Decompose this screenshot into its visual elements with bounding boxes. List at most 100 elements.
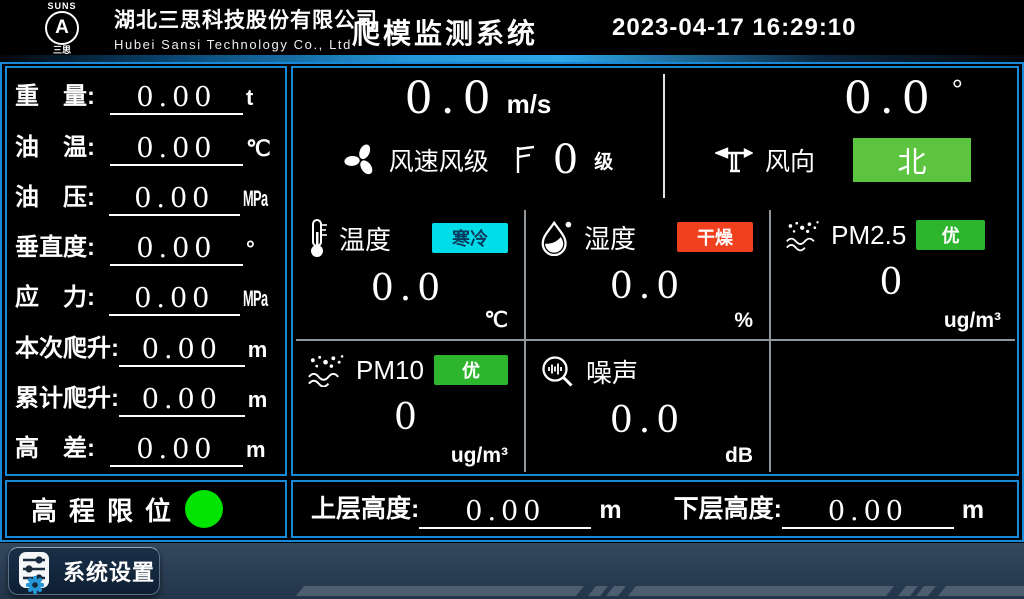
metric-value: 0.00 bbox=[110, 435, 243, 467]
header: SUNS A 三思 湖北三思科技股份有限公司 Hubei Sansi Techn… bbox=[0, 0, 1024, 55]
sensor-unit: ug/m³ bbox=[451, 444, 508, 468]
wind-speed-value-row: 0.0 m/s bbox=[293, 74, 663, 134]
metric-row-verticality: 垂直度: 0.00 ° bbox=[13, 221, 279, 271]
pm10-cell: PM10 优 0 ug/m³ bbox=[293, 341, 524, 474]
settings-button-label: 系统设置 bbox=[63, 555, 155, 587]
upper-height-unit: m bbox=[599, 496, 621, 525]
upper-height-value: 0.00 bbox=[419, 497, 591, 529]
sensor-value: 0 bbox=[293, 397, 524, 438]
pm10-status-badge: 优 bbox=[434, 355, 508, 385]
gear-icon bbox=[25, 575, 45, 595]
logo-suns-text: SUNS bbox=[26, 1, 98, 11]
metric-unit: m bbox=[246, 437, 277, 463]
metric-unit: ° bbox=[246, 236, 277, 262]
system-settings-button[interactable]: 系统设置 bbox=[8, 547, 160, 595]
metric-value: 0.00 bbox=[110, 83, 243, 115]
temperature-cell: 温度 寒冷 0.0 ℃ bbox=[293, 206, 524, 339]
metric-row-stress: 应 力: 0.00 MPa bbox=[13, 271, 279, 321]
humidity-cell: 湿度 干燥 0.0 % bbox=[526, 206, 769, 339]
sensor-name: 温度 bbox=[339, 220, 391, 257]
wind-speed-cell: 0.0 m/s 风速风级 0 级 bbox=[293, 68, 663, 204]
noise-cell: 噪声 0.0 dB bbox=[526, 341, 769, 474]
elevation-limit-status-light bbox=[185, 490, 223, 528]
logo-letter: A bbox=[55, 17, 69, 39]
metric-row-current-climb: 本次爬升: 0.00 m bbox=[13, 321, 279, 371]
metric-label: 油 压: bbox=[15, 177, 109, 212]
metric-label: 高 差: bbox=[15, 428, 110, 463]
metric-unit: m bbox=[248, 387, 277, 413]
metrics-panel: 重 量: 0.00 t 油 温: 0.00 ℃ 油 压: 0.00 MPa 垂直… bbox=[5, 66, 287, 476]
sensor-value: 0.0 bbox=[526, 400, 769, 441]
metric-label: 累计爬升: bbox=[15, 378, 119, 413]
metric-row-height-diff: 高 差: 0.00 m bbox=[13, 422, 279, 472]
wind-speed-label: 风速风级 bbox=[389, 142, 489, 178]
metric-value: 0.00 bbox=[119, 385, 245, 417]
sensor-name: 湿度 bbox=[584, 219, 636, 256]
wind-level-unit: 级 bbox=[594, 147, 613, 174]
header-accent-bar bbox=[0, 55, 1024, 62]
elevation-limit-label: 高程限位 bbox=[31, 491, 183, 528]
temperature-status-badge: 寒冷 bbox=[432, 223, 508, 253]
settings-sliders-icon bbox=[19, 552, 51, 590]
metric-value: 0.00 bbox=[110, 234, 243, 266]
wind-direction-label: 风向 bbox=[765, 142, 815, 178]
sensor-unit: % bbox=[734, 309, 753, 333]
datetime-display: 2023-04-17 16:29:10 bbox=[612, 14, 857, 42]
wind-level-flag-icon bbox=[515, 145, 537, 175]
compass-direction-button[interactable]: 北 bbox=[853, 138, 971, 182]
wind-speed-value: 0.0 bbox=[405, 73, 499, 124]
metric-row-oil-temp: 油 温: 0.00 ℃ bbox=[13, 120, 279, 170]
metric-value: 0.00 bbox=[109, 184, 240, 216]
metric-row-weight: 重 量: 0.00 t bbox=[13, 70, 279, 120]
company-name-en: Hubei Sansi Technology Co., Ltd bbox=[114, 37, 378, 52]
pm25-status-badge: 优 bbox=[916, 220, 985, 250]
sensor-unit: ug/m³ bbox=[944, 309, 1001, 333]
metric-unit: MPa bbox=[243, 286, 263, 312]
company-name-block: 湖北三思科技股份有限公司 Hubei Sansi Technology Co.,… bbox=[114, 4, 378, 52]
metric-row-total-climb: 累计爬升: 0.00 m bbox=[13, 372, 279, 422]
lower-height-group: 下层高度: 0.00 m bbox=[674, 489, 985, 536]
logo-mark-icon: A bbox=[45, 11, 79, 45]
dust-icon bbox=[785, 218, 821, 252]
lower-height-value: 0.00 bbox=[782, 497, 954, 529]
droplet-icon bbox=[540, 218, 574, 256]
elevation-limit-panel: 高程限位 bbox=[5, 480, 287, 538]
wind-direction-unit: ° bbox=[952, 74, 963, 105]
metric-unit: ℃ bbox=[246, 136, 277, 162]
wind-speed-unit: m/s bbox=[507, 89, 552, 119]
metric-unit: MPa bbox=[243, 186, 263, 212]
climbing-formwork-monitor-screen: SUNS A 三思 湖北三思科技股份有限公司 Hubei Sansi Techn… bbox=[0, 0, 1024, 599]
layer-heights-panel: 上层高度: 0.00 m 下层高度: 0.00 m bbox=[291, 480, 1019, 538]
metric-label: 重 量: bbox=[15, 76, 110, 111]
sensor-panel: 0.0 m/s 风速风级 0 级 bbox=[291, 66, 1019, 476]
metric-value: 0.00 bbox=[119, 335, 245, 367]
noise-meter-icon bbox=[540, 354, 576, 390]
wind-direction-value-row: 0.0 ° bbox=[665, 74, 1021, 134]
metric-label: 垂直度: bbox=[15, 227, 110, 262]
company-logo: SUNS A 三思 bbox=[26, 1, 98, 55]
metric-label: 应 力: bbox=[15, 277, 109, 312]
sensor-unit: dB bbox=[725, 444, 753, 468]
dust-icon bbox=[307, 353, 346, 387]
wind-direction-value: 0.0 bbox=[844, 73, 938, 124]
thermometer-icon bbox=[307, 218, 329, 258]
metric-label: 油 温: bbox=[15, 127, 110, 162]
metric-unit: m bbox=[248, 337, 277, 363]
sensor-value: 0.0 bbox=[293, 268, 524, 309]
sensor-value: 0 bbox=[771, 262, 1017, 303]
upper-height-label: 上层高度: bbox=[311, 489, 419, 525]
logo-cn-text: 三思 bbox=[26, 45, 98, 55]
lower-height-unit: m bbox=[962, 496, 984, 525]
sensor-unit: ℃ bbox=[484, 308, 508, 333]
lower-height-label: 下层高度: bbox=[674, 489, 782, 525]
sensor-name: PM2.5 bbox=[831, 220, 906, 251]
sensor-value: 0.0 bbox=[526, 266, 769, 307]
pm25-cell: PM2.5 优 0 ug/m³ bbox=[771, 206, 1017, 339]
wind-direction-cell: 0.0 ° 风向 北 bbox=[665, 68, 1021, 204]
humidity-status-badge: 干燥 bbox=[677, 222, 753, 252]
fan-icon bbox=[343, 142, 379, 178]
sensor-name: 噪声 bbox=[586, 353, 638, 390]
wind-level-value: 0 bbox=[553, 138, 578, 182]
sensor-name: PM10 bbox=[356, 355, 424, 386]
metric-value: 0.00 bbox=[109, 284, 240, 316]
